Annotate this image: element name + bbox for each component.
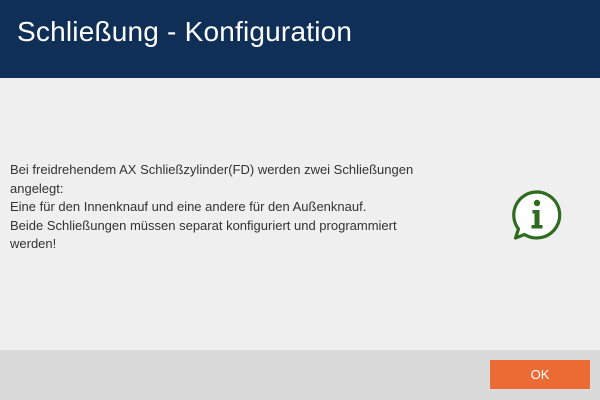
dialog-message: Bei freidrehendem AX Schließzylinder(FD)… [10, 161, 470, 254]
message-line: Eine für den Innenknauf und eine andere … [10, 199, 367, 214]
ok-button[interactable]: OK [490, 360, 590, 389]
message-line: angelegt: [10, 180, 64, 196]
dialog-title: Schließung - Konfiguration [17, 16, 353, 47]
dialog-footer: OK [0, 350, 600, 400]
configuration-dialog: Schließung - Konfiguration Bei freidrehe… [0, 0, 600, 400]
message-line: Bei freidrehendem AX Schließzylinder(FD)… [10, 162, 414, 177]
message-line: werden! [10, 236, 57, 251]
message-line: Beide Schließungen müssen separat konfig… [10, 217, 397, 233]
dialog-header: Schließung - Konfiguration [0, 0, 600, 78]
info-speech-bubble-icon [509, 188, 565, 244]
